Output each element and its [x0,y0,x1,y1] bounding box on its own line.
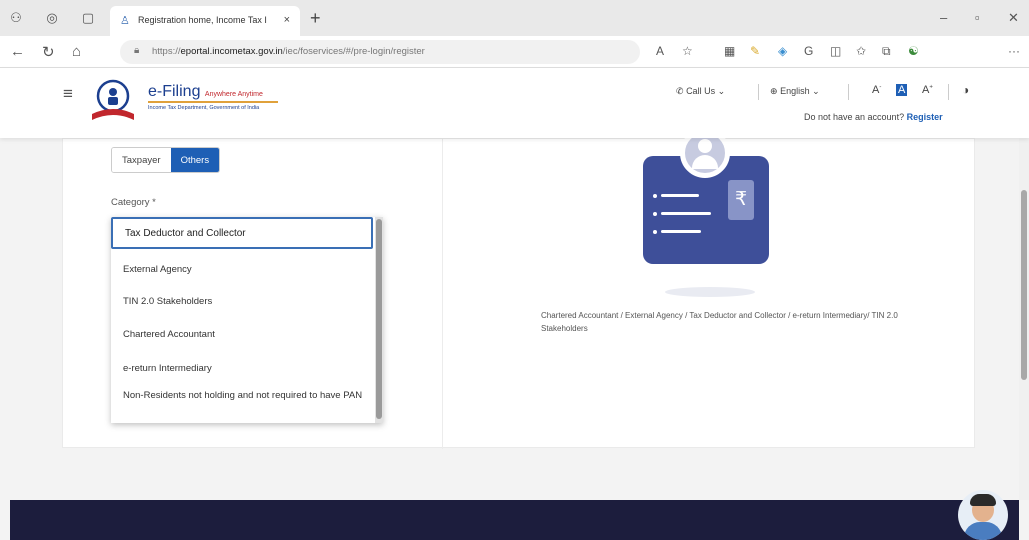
font-decrease-button[interactable]: A- [872,84,881,96]
back-icon[interactable]: ← [10,43,25,60]
workspaces-icon[interactable]: ◎ [44,10,60,26]
id-card-illustration: ₹ [640,128,770,300]
font-normal-label: A [898,84,906,96]
logo-underline [148,101,278,103]
rupee-icon: ₹ [728,180,754,220]
browser-tab[interactable]: ♙ Registration home, Income Tax I × [110,6,300,36]
phone-icon: ✆ [676,86,684,96]
refresh-icon[interactable]: ↻ [42,43,55,61]
minimize-icon[interactable]: – [940,10,947,25]
more-menu-icon[interactable]: ··· [1008,44,1020,58]
user-type-toggle: Taxpayer Others [111,147,221,173]
extension-shield-icon[interactable]: ◈ [778,44,787,58]
read-aloud-icon[interactable]: A [656,44,664,58]
emblem-icon [92,79,134,120]
efiling-logo[interactable]: e-Filing Anywhere Anytime Income Tax Dep… [90,78,290,122]
category-option[interactable]: Chartered Accountant [123,328,363,341]
chatbot-avatar-button[interactable] [958,490,1008,540]
tab-title: Registration home, Income Tax I [138,15,267,25]
divider [848,84,849,100]
logo-tagline: Anywhere Anytime [204,91,263,98]
browser-tab-bar: ⚇ ◎ ▢ ♙ Registration home, Income Tax I … [0,0,1029,36]
site-header: ≡ e-Filing Anywhere Anytime Income Tax D… [0,68,1029,138]
category-label: Category * [111,197,156,208]
dropdown-scrollbar[interactable] [375,217,383,423]
extension-icon[interactable]: ▦ [724,44,735,58]
maximize-icon[interactable]: ▫ [975,10,980,25]
category-option[interactable]: TIN 2.0 Stakeholders [123,295,363,308]
no-account-text: Do not have an account? [804,112,905,122]
new-tab-button[interactable]: + [310,8,321,29]
globe-icon: ⊕ [770,86,778,96]
page-scrollbar[interactable] [1019,138,1029,500]
page-scroll-thumb[interactable] [1021,190,1027,380]
category-dropdown[interactable]: Tax Deductor and Collector External Agen… [111,217,383,423]
url-prefix: https:// [152,46,181,57]
category-description: Chartered Accountant / External Agency /… [541,311,898,333]
font-normal-button[interactable]: A [896,84,908,96]
register-link[interactable]: Register [907,112,943,122]
browser-toolbar: ← ↻ ⌂ 🔒︎ https://eportal.incometax.gov.i… [0,36,1029,68]
chevron-down-icon: ⌄ [717,86,726,96]
url-host: eportal.incometax.gov.in [180,46,283,57]
copilot-icon[interactable]: ☯ [908,44,919,58]
hamburger-menu-icon[interactable]: ≡ [63,84,73,104]
url-path: /iec/foservices/#/pre-login/register [282,46,425,57]
address-bar[interactable]: 🔒︎ https://eportal.incometax.gov.in/iec/… [120,40,640,64]
favorite-star-icon[interactable]: ☆ [682,44,693,58]
split-screen-icon[interactable]: ◫ [830,44,841,58]
extension-pencil-icon[interactable]: ✎ [750,44,760,58]
category-option[interactable]: e-return Intermediary [123,362,363,375]
extension-g-icon[interactable]: G [804,44,813,58]
language-dropdown[interactable]: ⊕ English ⌄ [770,86,820,97]
chevron-down-icon: ⌄ [812,86,820,96]
close-window-icon[interactable]: ✕ [1008,10,1019,26]
dropdown-scroll-thumb[interactable] [376,219,382,419]
tab-actions-icon[interactable]: ▢ [80,10,96,26]
site-footer [10,500,1019,540]
language-label: English [780,86,810,96]
contrast-icon[interactable]: ◑ [962,83,969,97]
collections-icon[interactable]: ⧉ [882,44,891,59]
category-option[interactable]: External Agency [123,263,363,276]
category-option[interactable]: Non-Residents not holding and not requir… [123,389,363,402]
category-select[interactable]: Tax Deductor and Collector [111,217,373,249]
call-us-dropdown[interactable]: ✆ Call Us ⌄ [676,86,725,97]
lock-icon: 🔒︎ [134,45,140,56]
others-button[interactable]: Others [170,148,220,172]
home-icon[interactable]: ⌂ [72,43,81,60]
favorites-icon[interactable]: ✩ [856,44,866,58]
taxpayer-button[interactable]: Taxpayer [112,148,171,172]
logo-subtitle: Income Tax Department, Government of Ind… [148,105,260,111]
close-tab-icon[interactable]: × [284,14,290,26]
font-increase-button[interactable]: A+ [922,84,933,96]
divider [758,84,759,100]
divider [948,84,949,100]
site-favicon-icon: ♙ [120,15,130,27]
profile-icon[interactable]: ⚇ [8,10,24,26]
illustration-shadow [665,287,755,297]
call-us-label: Call Us [686,86,716,96]
logo-title: e-Filing [148,83,201,100]
